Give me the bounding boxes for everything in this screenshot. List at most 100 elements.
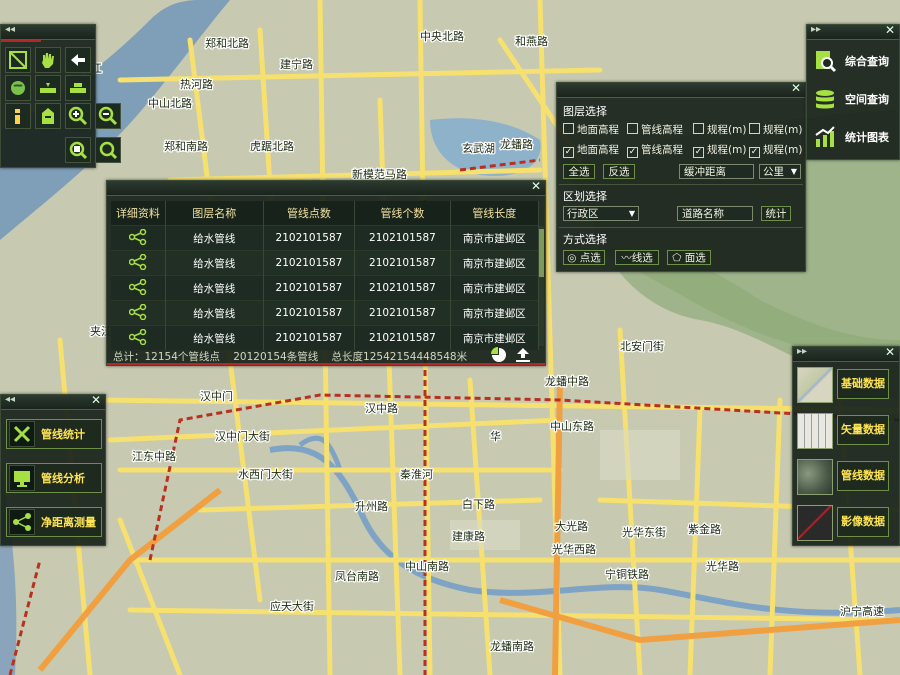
pipeline-statistics-button[interactable]: 管线统计 [6, 419, 102, 449]
table-row[interactable]: 给水管线 2102101587 2102101587 南京市建邺区 [111, 250, 540, 276]
cell-point-count: 2102101587 [263, 225, 356, 251]
map-label: 凤台南路 [335, 569, 379, 583]
close-icon[interactable]: ✕ [531, 179, 541, 193]
table-footer: 总计：12154个管线点 20120154条管线 总长度125421544485… [113, 349, 477, 364]
close-icon[interactable]: ✕ [885, 23, 895, 37]
area-select-icon: ⬠ [672, 252, 682, 264]
cell-line-count: 2102101587 [354, 225, 451, 251]
column-header[interactable]: 管线个数 [354, 201, 451, 226]
total-points: 总计：12154个管线点 [113, 351, 220, 363]
expand-icon[interactable]: ▸▸ [797, 346, 807, 357]
checkbox-pipe-elevation[interactable]: 管线高程 [627, 122, 683, 137]
share-node-icon[interactable] [128, 228, 147, 248]
pan-hand-icon[interactable] [35, 47, 61, 73]
select-all-button[interactable]: 全选 [563, 164, 595, 179]
collapse-icon[interactable]: ◂◂ [5, 24, 15, 35]
table-row[interactable]: 给水管线 2102101587 2102101587 南京市建邺区 [111, 275, 540, 301]
statistics-chart-item[interactable]: 统计图表 [811, 121, 895, 153]
globe-icon[interactable] [5, 75, 31, 101]
comprehensive-query-item[interactable]: 综合查询 [811, 45, 895, 77]
column-header[interactable]: 详细资料 [111, 201, 166, 226]
map-label: 紫金路 [688, 522, 721, 536]
frame-select-icon[interactable] [5, 47, 31, 73]
cell-layer-name: 给水管线 [165, 325, 264, 350]
checkbox-regulation-3[interactable]: ✓ 规程(m) [693, 142, 746, 158]
cell-point-count: 2102101587 [263, 300, 356, 326]
cell-line-count: 2102101587 [354, 250, 451, 276]
cell-point-count: 2102101587 [263, 325, 356, 350]
region-select[interactable]: 行政区 ▼ [563, 206, 639, 221]
map-label: 大光路 [555, 519, 588, 533]
accent-line [107, 363, 545, 365]
line-select-button[interactable]: 〰线选 [615, 250, 659, 265]
checkbox-regulation-4[interactable]: ✓ 规程(m) [749, 142, 802, 158]
pipeline-analysis-button[interactable]: 管线分析 [6, 463, 102, 493]
divider [559, 227, 803, 228]
zoom-search-icon[interactable] [95, 137, 121, 163]
bookmark-icon[interactable] [35, 103, 61, 129]
cell-length: 南京市建邺区 [450, 225, 540, 251]
zoom-out-icon[interactable] [95, 103, 121, 129]
data-menu-header: ▸▸ ✕ [793, 345, 899, 362]
buffer-distance-input[interactable]: 缓冲距离 [679, 164, 754, 179]
measure-ruler-icon[interactable] [35, 75, 61, 101]
pipeline-data-item[interactable]: 管线数据 [797, 459, 891, 495]
checkbox-ground-elevation[interactable]: 地面高程 [563, 122, 619, 137]
column-header[interactable]: 管线点数 [263, 201, 356, 226]
spatial-query-item[interactable]: 空间查询 [811, 83, 895, 115]
share-node-icon[interactable] [128, 253, 147, 273]
share-node-icon[interactable] [128, 303, 147, 323]
zoom-extent-icon[interactable] [65, 137, 91, 163]
toolbox-header: ◂◂ [1, 24, 95, 40]
share-node-icon[interactable] [128, 328, 147, 348]
cell-point-count: 2102101587 [263, 275, 356, 301]
line-select-icon: 〰 [621, 252, 632, 264]
column-header[interactable]: 管线长度 [450, 201, 540, 226]
cell-line-count: 2102101587 [354, 300, 451, 326]
pipeline-stats-panel: ✕ 详细资料 图层名称 管线点数 管线个数 管线长度 给水管线 21021015… [106, 179, 546, 366]
map-label: 光华路 [706, 559, 739, 573]
statistics-button[interactable]: 统计 [761, 206, 791, 221]
checkbox-ground-elevation-2[interactable]: ✓ 地面高程 [563, 142, 619, 158]
share-node-icon[interactable] [128, 278, 147, 298]
expand-icon[interactable]: ▸▸ [811, 24, 821, 35]
table-row[interactable]: 给水管线 2102101587 2102101587 南京市建邺区 [111, 300, 540, 326]
layer-select-panel: ✕ 图层选择 地面高程 管线高程 规程(m) 规程(m) ✓ 地面高程 ✓ 管线高程… [556, 81, 806, 272]
map-label: 宁铜铁路 [605, 567, 649, 581]
map-label: 汉中路 [365, 402, 398, 415]
column-header[interactable]: 图层名称 [165, 201, 264, 226]
close-icon[interactable]: ✕ [791, 81, 801, 95]
imagery-data-item[interactable]: 影像数据 [797, 505, 891, 541]
map-label: 中山南路 [405, 560, 449, 573]
measure-area-icon[interactable] [65, 75, 91, 101]
network-nodes-icon [9, 509, 35, 535]
road-name-input[interactable]: 道路名称 [677, 206, 753, 221]
close-icon[interactable]: ✕ [885, 345, 895, 359]
map-label: 水西门大街 [238, 467, 293, 481]
accent-line [1, 40, 41, 42]
area-select-button[interactable]: ⬠ 面选 [667, 250, 711, 265]
invert-select-button[interactable]: 反选 [603, 164, 635, 179]
basemap-thumbnail [797, 367, 833, 403]
zoom-in-icon[interactable] [65, 103, 91, 129]
clearance-measure-button[interactable]: 净距离测量 [6, 507, 102, 537]
checkbox-pipe-elevation-2[interactable]: ✓ 管线高程 [627, 142, 683, 158]
close-icon[interactable]: ✕ [91, 393, 101, 407]
table-row[interactable]: 给水管线 2102101587 2102101587 南京市建邺区 [111, 225, 540, 251]
query-menu-header: ▸▸ ✕ [807, 23, 899, 40]
scrollbar-thumb[interactable] [539, 229, 544, 277]
pipeline-tools-panel: ◂◂ ✕ 管线统计 管线分析 净距离测量 [0, 393, 106, 546]
basic-data-item[interactable]: 基础数据 [797, 367, 891, 403]
imagery-thumbnail [797, 505, 833, 541]
total-lines: 20120154条管线 [233, 351, 319, 363]
vector-data-item[interactable]: 矢量数据 [797, 413, 891, 449]
table-row[interactable]: 给水管线 2102101587 2102101587 南京市建邺区 [111, 325, 540, 350]
checkbox-regulation-2[interactable]: 规程(m) [749, 122, 802, 137]
map-label: 汉中门大街 [215, 429, 270, 443]
back-arrow-icon[interactable] [65, 47, 91, 73]
point-select-button[interactable]: ◎ 点选 [563, 250, 605, 265]
collapse-icon[interactable]: ◂◂ [5, 394, 15, 405]
checkbox-regulation-1[interactable]: 规程(m) [693, 122, 746, 137]
info-icon[interactable] [5, 103, 31, 129]
unit-select[interactable]: 公里 ▼ [759, 164, 801, 179]
